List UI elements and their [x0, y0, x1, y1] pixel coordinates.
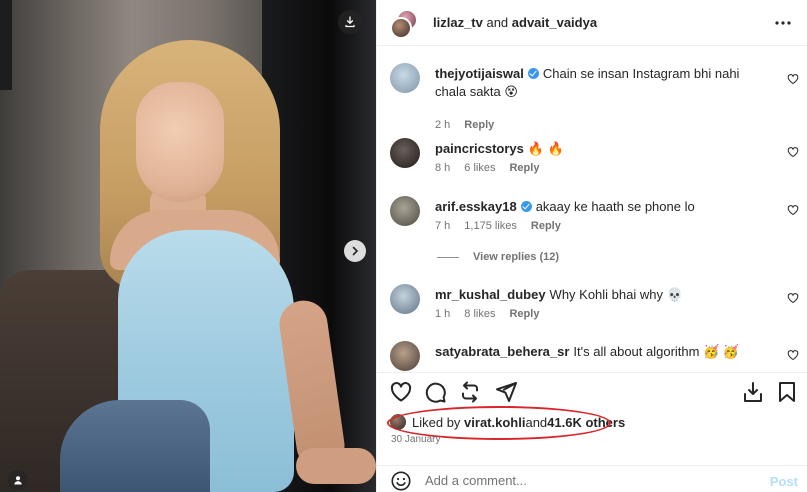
comment-input[interactable]: [425, 470, 755, 490]
post-photo[interactable]: [0, 0, 376, 492]
comment-content: mr_kushal_dubey Why Kohli bhai why 💀: [435, 286, 765, 304]
comment-username[interactable]: paincricstorys: [435, 141, 524, 156]
avatar[interactable]: [390, 284, 420, 314]
tagged-users-button[interactable]: [8, 470, 28, 490]
more-icon: [775, 21, 791, 25]
download-button[interactable]: [338, 10, 362, 34]
emoji-icon[interactable]: [390, 470, 412, 492]
comment-likes[interactable]: 1,175 likes: [464, 220, 517, 232]
comments-list[interactable]: thejyotijaiswal Chain se insan Instagram …: [377, 47, 807, 372]
comment-likes[interactable]: 8 likes: [464, 308, 495, 320]
avatar[interactable]: [390, 341, 420, 371]
likes-summary[interactable]: Liked by virat.kohli and 41.6K others: [390, 414, 625, 430]
photo-face: [136, 82, 224, 202]
avatar: [390, 414, 406, 430]
post-side-panel: lizlaz_tv and advait_vaidya thejyotijais…: [376, 0, 807, 492]
comment-username[interactable]: thejyotijaiswal: [435, 66, 524, 81]
send-icon[interactable]: [494, 380, 518, 404]
post-header: lizlaz_tv and advait_vaidya: [377, 0, 807, 46]
heart-icon[interactable]: [787, 292, 799, 304]
view-replies-label: View replies (12): [473, 251, 560, 263]
comment-text: It's all about algorithm 🥳 🥳: [573, 344, 740, 359]
repost-icon[interactable]: [458, 380, 482, 404]
photo-frame-edge: [0, 0, 12, 90]
verified-badge-icon: [527, 68, 539, 79]
add-comment-bar: Post: [377, 465, 807, 492]
author-username-1[interactable]: lizlaz_tv: [433, 15, 483, 30]
comment-text: 🔥 🔥: [527, 141, 564, 156]
insights-icon[interactable]: [741, 380, 765, 404]
post-date: 30 January: [391, 434, 441, 445]
user-icon: [14, 476, 22, 485]
collab-usernames: lizlaz_tv and advait_vaidya: [433, 15, 597, 30]
heart-icon[interactable]: [787, 204, 799, 216]
bookmark-icon[interactable]: [775, 380, 799, 404]
heart-icon[interactable]: [787, 73, 799, 85]
comment-meta: 2 h Reply: [435, 119, 508, 131]
divider: [437, 256, 459, 258]
more-options-button[interactable]: [772, 12, 794, 34]
comment-text: akaay ke haath se phone lo: [535, 199, 695, 214]
likes-prefix: Liked by: [412, 414, 461, 430]
reply-button[interactable]: Reply: [464, 119, 494, 131]
comment-content: thejyotijaiswal Chain se insan Instagram …: [435, 65, 765, 101]
comment-text: Why Kohli bhai why 💀: [549, 287, 683, 302]
carousel-next-button[interactable]: [344, 240, 366, 262]
chevron-right-icon: [352, 246, 359, 256]
post-comment-button[interactable]: Post: [770, 474, 798, 489]
and-label: and: [482, 15, 512, 30]
comment-time: 2 h: [435, 119, 451, 131]
author-username-2[interactable]: advait_vaidya: [512, 15, 597, 30]
comment-meta: 8 h 6 likes Reply: [435, 162, 553, 174]
comment-icon[interactable]: [423, 380, 447, 404]
avatar[interactable]: [390, 196, 420, 226]
comment-meta: 1 h 8 likes Reply: [435, 308, 553, 320]
reply-button[interactable]: Reply: [509, 162, 539, 174]
post-actions: [377, 372, 807, 408]
reply-button[interactable]: Reply: [531, 220, 561, 232]
photo-lap: [60, 400, 210, 492]
comment-time: 1 h: [435, 308, 451, 320]
likes-and: and: [525, 414, 548, 430]
comment-username[interactable]: arif.esskay18: [435, 199, 517, 214]
comment-time: 7 h: [435, 220, 451, 232]
download-icon: [345, 16, 355, 28]
likes-count[interactable]: 41.6K others: [547, 415, 625, 430]
view-replies-button[interactable]: View replies (12): [437, 251, 559, 263]
comment-content: arif.esskay18 akaay ke haath se phone lo: [435, 198, 765, 216]
verified-badge-icon: [520, 201, 532, 212]
avatar[interactable]: [390, 63, 420, 93]
comment-username[interactable]: satyabrata_behera_sr: [435, 344, 569, 359]
comment-username[interactable]: mr_kushal_dubey: [435, 287, 546, 302]
heart-icon[interactable]: [787, 146, 799, 158]
comment-meta: 7 h 1,175 likes Reply: [435, 220, 575, 232]
liker-username[interactable]: virat.kohli: [464, 415, 525, 430]
comment-content: paincricstorys 🔥 🔥: [435, 140, 765, 158]
comment-content: satyabrata_behera_sr It's all about algor…: [435, 343, 765, 361]
avatar[interactable]: [390, 138, 420, 168]
heart-icon[interactable]: [389, 380, 413, 404]
reply-button[interactable]: Reply: [509, 308, 539, 320]
collab-avatars[interactable]: [390, 9, 420, 39]
heart-icon[interactable]: [787, 349, 799, 361]
avatar: [390, 17, 412, 39]
comment-likes[interactable]: 6 likes: [464, 162, 495, 174]
photo-hand: [296, 448, 376, 484]
comment-time: 8 h: [435, 162, 451, 174]
